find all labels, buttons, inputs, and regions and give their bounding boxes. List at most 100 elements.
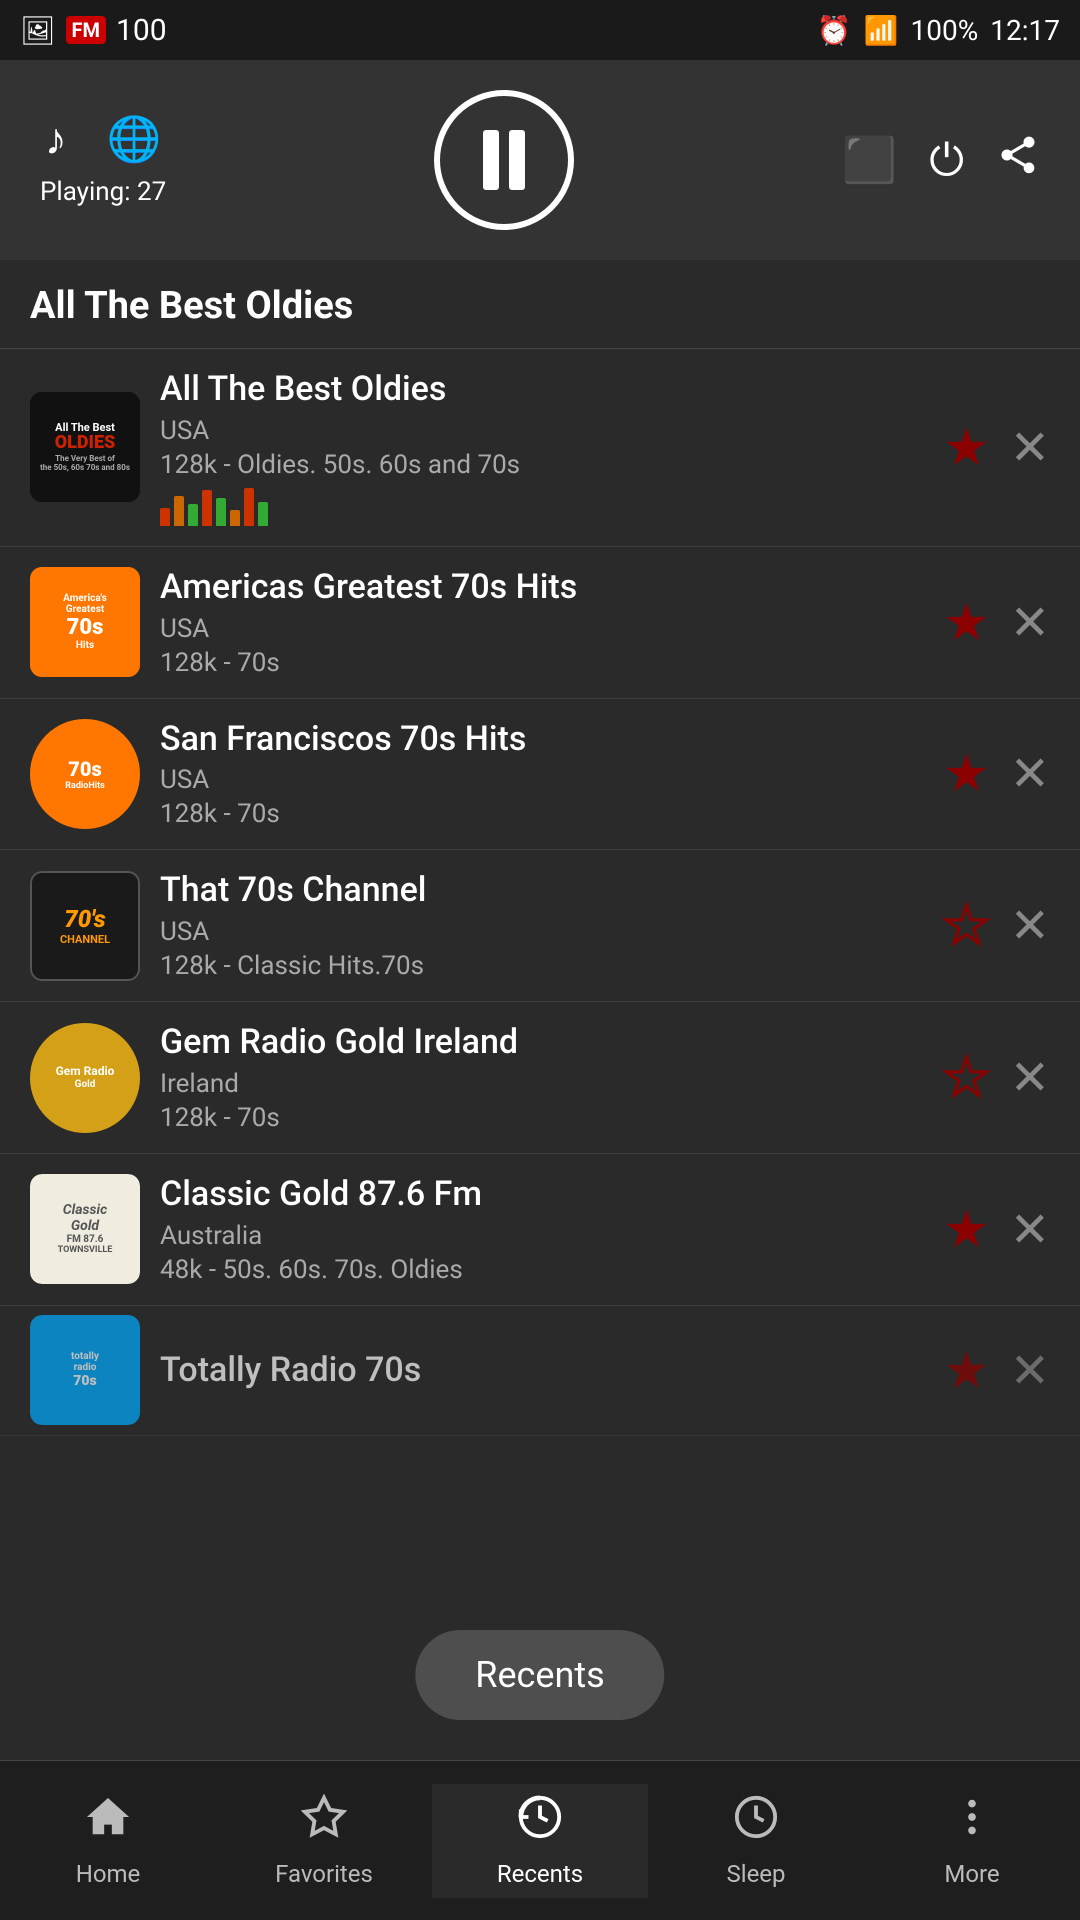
favorite-button[interactable]: ★ — [943, 592, 990, 653]
station-actions: ★ ✕ — [943, 895, 1050, 956]
station-country: USA — [160, 614, 923, 644]
stop-button[interactable]: ⬛ — [842, 134, 897, 186]
station-item[interactable]: 70's CHANNEL That 70s Channel USA 128k -… — [0, 850, 1080, 1002]
station-bitrate: 128k - 70s — [160, 648, 923, 678]
station-logo: All The Best OLDIES The Very Best ofthe … — [30, 392, 140, 502]
remove-button[interactable]: ✕ — [1010, 745, 1050, 802]
player-right: ⬛ ⏻ — [842, 133, 1040, 188]
station-info: Totally Radio 70s — [140, 1350, 943, 1391]
eq-bars — [160, 486, 923, 526]
nav-more[interactable]: More — [864, 1784, 1080, 1898]
section-title: All The Best Oldies — [0, 260, 1080, 349]
player-header: ♪ 🌐 Playing: 27 ⬛ ⏻ — [0, 60, 1080, 260]
remove-button[interactable]: ✕ — [1010, 1342, 1050, 1399]
station-item[interactable]: totally radio 70s Totally Radio 70s ★ ✕ — [0, 1306, 1080, 1436]
station-info: That 70s Channel USA 128k - Classic Hits… — [140, 870, 943, 981]
nav-sleep-label: Sleep — [726, 1860, 785, 1888]
station-logo: 70's CHANNEL — [30, 871, 140, 981]
home-icon — [85, 1794, 131, 1852]
remove-button[interactable]: ✕ — [1010, 1049, 1050, 1106]
station-info: Classic Gold 87.6 Fm Australia 48k - 50s… — [140, 1174, 943, 1285]
station-name: All The Best Oldies — [160, 369, 923, 410]
station-bitrate: 128k - 70s — [160, 799, 923, 829]
nav-favorites[interactable]: Favorites — [216, 1784, 432, 1898]
station-info: San Franciscos 70s Hits USA 128k - 70s — [140, 719, 943, 830]
station-name: Totally Radio 70s — [160, 1350, 923, 1391]
station-name: San Franciscos 70s Hits — [160, 719, 923, 760]
nav-home[interactable]: Home — [0, 1784, 216, 1898]
photo-icon: 🖼 — [20, 14, 56, 47]
battery-label: 100% — [911, 14, 979, 47]
station-country: USA — [160, 917, 923, 947]
favorite-button[interactable]: ★ — [943, 417, 990, 478]
favorite-button[interactable]: ★ — [943, 1199, 990, 1260]
station-actions: ★ ✕ — [943, 1340, 1050, 1401]
station-info: Gem Radio Gold Ireland Ireland 128k - 70… — [140, 1022, 943, 1133]
station-country: USA — [160, 765, 923, 795]
pause-button[interactable] — [434, 90, 574, 230]
favorite-button[interactable]: ★ — [943, 1047, 990, 1108]
station-name: Classic Gold 87.6 Fm — [160, 1174, 923, 1215]
station-item[interactable]: America'sGreatest 70s Hits Americas Grea… — [0, 547, 1080, 699]
station-bitrate: 128k - 70s — [160, 1103, 923, 1133]
station-bitrate: 128k - Oldies. 50s. 60s and 70s — [160, 450, 923, 480]
favorite-button[interactable]: ★ — [943, 895, 990, 956]
status-right: ⏰ 📶 100% 12:17 — [817, 14, 1060, 47]
share-button[interactable] — [996, 133, 1040, 188]
station-country: USA — [160, 416, 923, 446]
alarm-icon: ⏰ — [817, 14, 852, 47]
nav-favorites-label: Favorites — [275, 1860, 373, 1888]
remove-button[interactable]: ✕ — [1010, 419, 1050, 476]
station-item[interactable]: 70s RadioHits San Franciscos 70s Hits US… — [0, 699, 1080, 851]
station-logo: America'sGreatest 70s Hits — [30, 567, 140, 677]
remove-button[interactable]: ✕ — [1010, 594, 1050, 651]
station-name: That 70s Channel — [160, 870, 923, 911]
station-name: Americas Greatest 70s Hits — [160, 567, 923, 608]
station-bitrate: 48k - 50s. 60s. 70s. Oldies — [160, 1255, 923, 1285]
time-label: 12:17 — [990, 14, 1060, 47]
bottom-nav: Home Favorites Recents Sleep More — [0, 1760, 1080, 1920]
globe-icon[interactable]: 🌐 — [107, 113, 162, 165]
player-left: ♪ 🌐 Playing: 27 — [40, 113, 166, 207]
station-name: Gem Radio Gold Ireland — [160, 1022, 923, 1063]
station-logo: Gem Radio Gold — [30, 1023, 140, 1133]
status-left: 🖼 FM 100 — [20, 13, 167, 48]
more-icon — [949, 1794, 995, 1852]
recents-tooltip: Recents — [415, 1630, 664, 1720]
sleep-icon — [733, 1794, 779, 1852]
station-item[interactable]: All The Best OLDIES The Very Best ofthe … — [0, 349, 1080, 547]
nav-recents-label: Recents — [497, 1860, 583, 1888]
station-actions: ★ ✕ — [943, 592, 1050, 653]
station-actions: ★ ✕ — [943, 743, 1050, 804]
station-logo: ClassicGold FM 87.6 TOWNSVILLE — [30, 1174, 140, 1284]
station-country: Ireland — [160, 1069, 923, 1099]
playing-label: Playing: 27 — [40, 177, 166, 207]
remove-button[interactable]: ✕ — [1010, 897, 1050, 954]
station-actions: ★ ✕ — [943, 1199, 1050, 1260]
recents-icon — [517, 1794, 563, 1852]
station-logo: 70s RadioHits — [30, 719, 140, 829]
station-bitrate: 128k - Classic Hits.70s — [160, 951, 923, 981]
station-item[interactable]: Gem Radio Gold Gem Radio Gold Ireland Ir… — [0, 1002, 1080, 1154]
station-info: All The Best Oldies USA 128k - Oldies. 5… — [140, 369, 943, 526]
station-item[interactable]: ClassicGold FM 87.6 TOWNSVILLE Classic G… — [0, 1154, 1080, 1306]
wifi-icon: 📶 — [864, 14, 899, 47]
power-button[interactable]: ⏻ — [929, 134, 964, 186]
station-actions: ★ ✕ — [943, 1047, 1050, 1108]
station-actions: ★ ✕ — [943, 417, 1050, 478]
favorites-icon — [301, 1794, 347, 1852]
radio-app-icon: FM — [66, 16, 107, 44]
nav-recents[interactable]: Recents — [432, 1784, 648, 1898]
remove-button[interactable]: ✕ — [1010, 1201, 1050, 1258]
favorite-button[interactable]: ★ — [943, 743, 990, 804]
nav-home-label: Home — [76, 1860, 141, 1888]
nav-more-label: More — [944, 1860, 999, 1888]
station-country: Australia — [160, 1221, 923, 1251]
favorite-button[interactable]: ★ — [943, 1340, 990, 1401]
nav-sleep[interactable]: Sleep — [648, 1784, 864, 1898]
station-info: Americas Greatest 70s Hits USA 128k - 70… — [140, 567, 943, 678]
station-logo: totally radio 70s — [30, 1315, 140, 1425]
music-note-icon[interactable]: ♪ — [45, 113, 67, 165]
station-list: All The Best OLDIES The Very Best ofthe … — [0, 349, 1080, 1436]
signal-count: 100 — [116, 13, 167, 48]
